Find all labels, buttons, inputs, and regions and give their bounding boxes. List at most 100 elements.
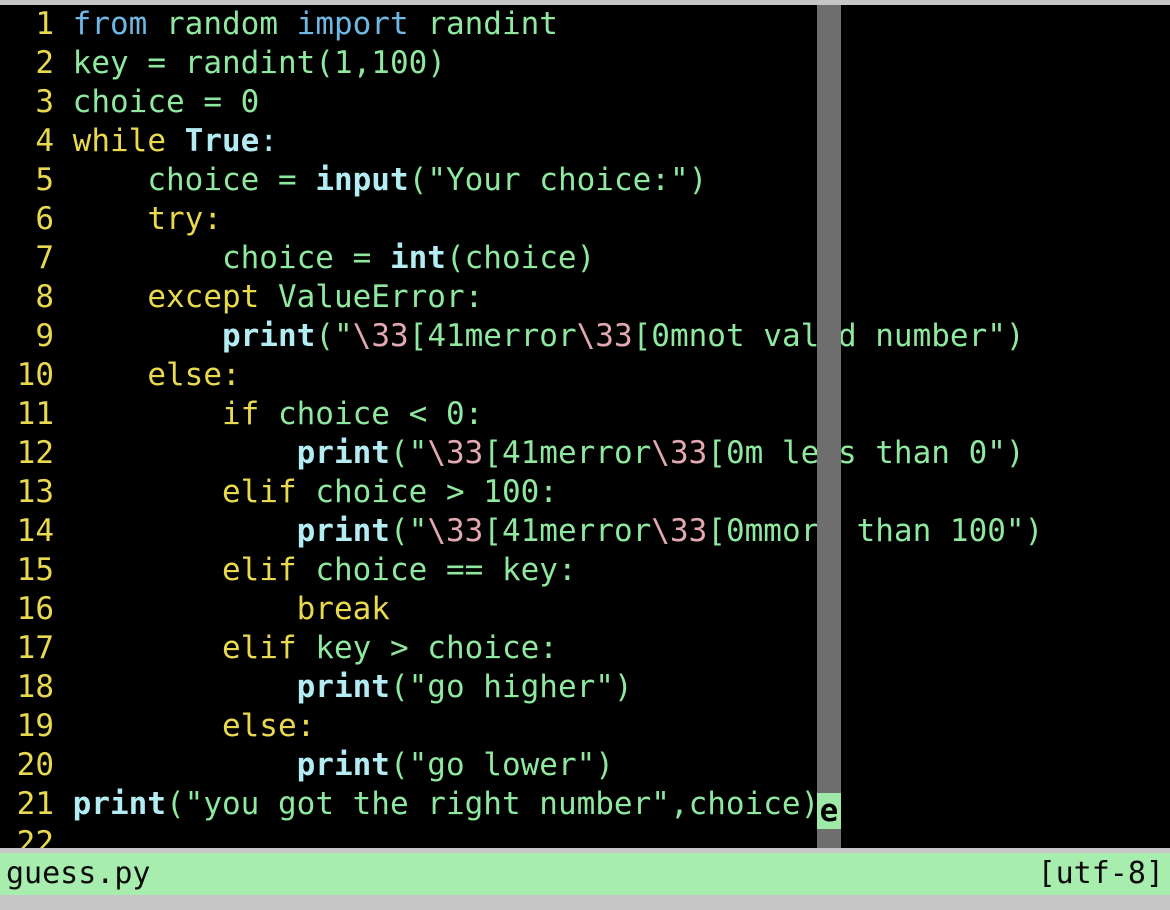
window-bottom-border [0, 895, 1170, 910]
code-line[interactable]: 19 else: [0, 707, 1170, 746]
code-token: (choice) [445, 240, 596, 276]
code-token: else [147, 357, 222, 393]
code-token: elif [221, 474, 297, 510]
code-token: ( [389, 513, 409, 549]
code-token: int [389, 240, 446, 276]
status-filename: guess.py [6, 856, 151, 891]
code-token: key > choice: [315, 630, 558, 666]
line-number: 2 [35, 45, 54, 81]
code-token: elif [221, 630, 297, 666]
code-token: key = randint(1,100) [72, 45, 446, 81]
code-token: True [184, 123, 260, 159]
code-line[interactable]: 10 else: [0, 356, 1170, 395]
code-token: if [221, 396, 260, 432]
line-number: 8 [35, 279, 54, 315]
code-token: ) [613, 669, 633, 705]
code-line[interactable]: 20 print("go lower") [0, 746, 1170, 785]
code-token: ( [389, 435, 409, 471]
code-token: choice < 0: [277, 396, 484, 432]
code-line[interactable]: 3 choice = 0 [0, 83, 1170, 122]
code-token: elif [221, 552, 297, 588]
code-line[interactable]: 21 print("you got the right number",choi… [0, 785, 1170, 824]
line-number: 16 [16, 591, 54, 627]
code-line[interactable]: 4 while True: [0, 122, 1170, 161]
code-token: \33 [427, 435, 484, 471]
status-encoding: [utf-8] [1037, 856, 1164, 891]
line-number: 11 [16, 396, 54, 432]
status-bar: guess.py [utf-8] [0, 853, 1170, 895]
code-token: choice = [72, 162, 316, 198]
line-number: 22 [16, 825, 54, 848]
code-token: \33 [651, 435, 708, 471]
code-line[interactable]: 9 print("\33[41merror\33[0mnot valid num… [0, 317, 1170, 356]
code-line[interactable]: 13 elif choice > 100: [0, 473, 1170, 512]
code-token: "Your choice:" [427, 162, 689, 198]
code-editor-area[interactable]: 1 from random import randint 2 key = rand… [0, 5, 1170, 848]
code-line[interactable]: 8 except ValueError: [0, 278, 1170, 317]
code-line[interactable]: 12 print("\33[41merror\33[0m less than 0… [0, 434, 1170, 473]
code-lines-container: 1 from random import randint 2 key = rand… [0, 5, 1170, 848]
code-line[interactable]: 17 elif key > choice: [0, 629, 1170, 668]
code-line[interactable]: 15 elif choice == key: [0, 551, 1170, 590]
code-token: [41merror [483, 435, 652, 471]
code-line[interactable]: 18 print("go higher") [0, 668, 1170, 707]
text-cursor: e [817, 793, 841, 829]
code-token: " [408, 435, 428, 471]
code-token: ( [408, 162, 428, 198]
code-token: try [147, 201, 204, 237]
code-token: input [315, 162, 409, 198]
vertical-scrollbar[interactable] [817, 5, 841, 848]
code-line[interactable]: 11 if choice < 0: [0, 395, 1170, 434]
code-token: choice = [72, 240, 390, 276]
code-line[interactable]: 5 choice = input("Your choice:") [0, 161, 1170, 200]
code-line[interactable]: 7 choice = int(choice) [0, 239, 1170, 278]
code-token: randint [427, 6, 558, 42]
code-line[interactable]: 2 key = randint(1,100) [0, 44, 1170, 83]
line-number: 3 [35, 84, 54, 120]
code-token: while [72, 123, 166, 159]
line-number: 15 [16, 552, 54, 588]
code-token: break [296, 591, 390, 627]
code-token: choice == key: [315, 552, 577, 588]
code-token: : [221, 357, 241, 393]
code-line[interactable]: 1 from random import randint [0, 5, 1170, 44]
code-token: : [296, 708, 316, 744]
code-token: ) [1024, 513, 1044, 549]
code-token: random [166, 6, 278, 42]
code-line[interactable]: 14 print("\33[41merror\33[0mmore than 10… [0, 512, 1170, 551]
code-line[interactable]: 22 [0, 824, 1170, 848]
code-line[interactable]: 16 break [0, 590, 1170, 629]
line-number: 13 [16, 474, 54, 510]
code-token: : [259, 123, 278, 159]
code-token: print [221, 318, 316, 354]
code-line[interactable]: 6 try: [0, 200, 1170, 239]
code-token: choice > 100: [315, 474, 558, 510]
code-token: [0mmore than 100" [707, 513, 1025, 549]
line-number: 7 [35, 240, 54, 276]
code-token: ValueError: [277, 279, 484, 315]
line-number: 17 [16, 630, 54, 666]
